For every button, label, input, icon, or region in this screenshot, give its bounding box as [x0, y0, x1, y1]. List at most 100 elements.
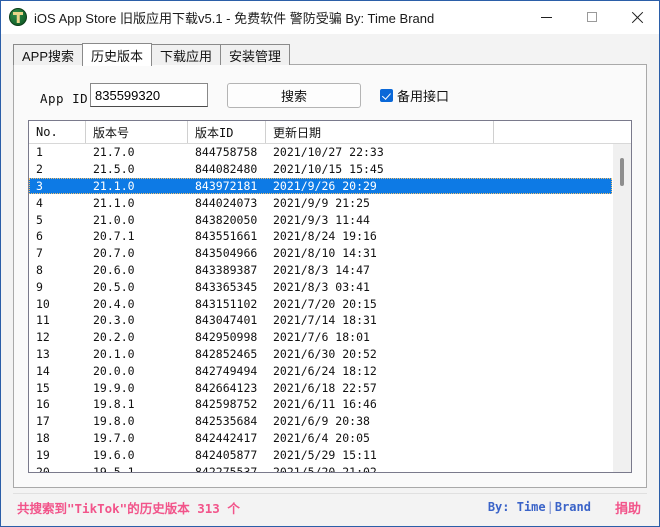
- search-button[interactable]: 搜索: [227, 83, 361, 108]
- tab-page-history-versions: App ID： 搜索 备用接口 No. 版本号 版本ID 更新日期: [13, 64, 647, 488]
- cell-date: 2021/8/3 03:41: [273, 279, 370, 294]
- brand-credit: By: Time|Brand: [488, 500, 591, 514]
- cell-version-id: 842535684: [195, 414, 258, 429]
- table-body: 1 21.7.0 844758758 2021/10/27 22:33 2 21.5.0 8…: [29, 144, 631, 472]
- table-row[interactable]: 7 20.7.0 843504966 2021/8/10 14:31: [29, 245, 612, 262]
- status-bar: 共搜索到"TikTok"的历史版本 313 个 By: Time|Brand 捐…: [13, 493, 647, 520]
- backup-api-checkbox[interactable]: 备用接口: [380, 86, 449, 105]
- cell-no: 3: [36, 178, 43, 193]
- cell-version-id: 844082480: [195, 162, 258, 177]
- table-header-row: No. 版本号 版本ID 更新日期: [29, 121, 631, 144]
- table-row[interactable]: 1 21.7.0 844758758 2021/10/27 22:33: [29, 144, 612, 161]
- cell-date: 2021/6/11 16:46: [273, 397, 377, 412]
- table-row[interactable]: 4 21.1.0 844024073 2021/9/9 21:25: [29, 194, 612, 211]
- table-rows: 1 21.7.0 844758758 2021/10/27 22:33 2 21.5.0 8…: [29, 144, 612, 472]
- table-row[interactable]: 2 21.5.0 844082480 2021/10/15 15:45: [29, 161, 612, 178]
- cell-version-id: 843151102: [195, 296, 258, 311]
- tab-strip: APP搜索 历史版本 下载应用 安装管理: [13, 43, 291, 66]
- cell-version-id: 843365345: [195, 279, 258, 294]
- cell-version-id: 842749494: [195, 363, 258, 378]
- cell-version: 19.8.1: [93, 397, 135, 412]
- table-row[interactable]: 11 20.3.0 843047401 2021/7/14 18:31: [29, 312, 612, 329]
- cell-version-id: 842664123: [195, 380, 258, 395]
- maximize-button[interactable]: [569, 1, 614, 33]
- vertical-scrollbar[interactable]: [613, 144, 631, 472]
- cell-date: 2021/9/3 11:44: [273, 212, 370, 227]
- column-header-spacer[interactable]: [494, 121, 631, 143]
- column-header-version[interactable]: 版本号: [86, 121, 188, 143]
- close-icon: [631, 11, 643, 23]
- cell-no: 2: [36, 162, 43, 177]
- table-row[interactable]: 14 20.0.0 842749494 2021/6/24 18:12: [29, 362, 612, 379]
- cell-date: 2021/7/20 20:15: [273, 296, 377, 311]
- table-row[interactable]: 15 19.9.0 842664123 2021/6/18 22:57: [29, 379, 612, 396]
- scrollbar-thumb[interactable]: [620, 158, 624, 186]
- column-header-version-id[interactable]: 版本ID: [188, 121, 266, 143]
- cell-version: 20.2.0: [93, 330, 135, 345]
- cell-date: 2021/9/26 20:29: [273, 178, 377, 193]
- cell-date: 2021/7/6 18:01: [273, 330, 370, 345]
- cell-version-id: 843504966: [195, 246, 258, 261]
- cell-date: 2021/6/24 18:12: [273, 363, 377, 378]
- app-shield-icon: [9, 8, 27, 26]
- cell-date: 2021/6/4 20:05: [273, 430, 370, 445]
- cell-version-id: 843972181: [195, 178, 258, 193]
- backup-api-label: 备用接口: [397, 89, 450, 104]
- cell-no: 5: [36, 212, 43, 227]
- donate-link[interactable]: 捐助: [615, 498, 641, 517]
- cell-date: 2021/6/18 22:57: [273, 380, 377, 395]
- cell-no: 14: [36, 363, 50, 378]
- cell-version-id: 843389387: [195, 262, 258, 277]
- window-title: iOS App Store 旧版应用下载v5.1 - 免费软件 警防受骗 By:…: [34, 10, 435, 26]
- table-row[interactable]: 19 19.6.0 842405877 2021/5/29 15:11: [29, 446, 612, 463]
- cell-version-id: 843047401: [195, 313, 258, 328]
- column-header-no[interactable]: No.: [29, 121, 86, 143]
- cell-version: 20.5.0: [93, 279, 135, 294]
- appid-input[interactable]: [90, 83, 208, 107]
- minimize-button[interactable]: [524, 1, 569, 33]
- cell-date: 2021/10/27 22:33: [273, 145, 384, 160]
- cell-date: 2021/8/10 14:31: [273, 246, 377, 261]
- table-row[interactable]: 9 20.5.0 843365345 2021/8/3 03:41: [29, 278, 612, 295]
- table-row[interactable]: 20 19.5.1 842275537 2021/5/20 21:02: [29, 463, 612, 472]
- cell-no: 20: [36, 464, 50, 472]
- versions-list: No. 版本号 版本ID 更新日期 1 21.7.0 844758758 2021/1…: [28, 120, 632, 473]
- cell-version-id: 844024073: [195, 195, 258, 210]
- title-bar[interactable]: iOS App Store 旧版应用下载v5.1 - 免费软件 警防受骗 By:…: [1, 1, 659, 34]
- search-form-row: App ID： 搜索 备用接口: [14, 83, 646, 111]
- table-row[interactable]: 16 19.8.1 842598752 2021/6/11 16:46: [29, 396, 612, 413]
- table-row[interactable]: 12 20.2.0 842950998 2021/7/6 18:01: [29, 329, 612, 346]
- cell-version: 19.6.0: [93, 447, 135, 462]
- table-row[interactable]: 6 20.7.1 843551661 2021/8/24 19:16: [29, 228, 612, 245]
- cell-no: 7: [36, 246, 43, 261]
- maximize-icon: [586, 12, 597, 22]
- app-window: iOS App Store 旧版应用下载v5.1 - 免费软件 警防受骗 By:…: [0, 0, 660, 527]
- cell-date: 2021/10/15 15:45: [273, 162, 384, 177]
- cell-no: 6: [36, 229, 43, 244]
- table-row[interactable]: 3 21.1.0 843972181 2021/9/26 20:29: [29, 177, 612, 195]
- cell-date: 2021/6/30 20:52: [273, 346, 377, 361]
- cell-version: 20.6.0: [93, 262, 135, 277]
- table-row[interactable]: 5 21.0.0 843820050 2021/9/3 11:44: [29, 211, 612, 228]
- table-row[interactable]: 17 19.8.0 842535684 2021/6/9 20:38: [29, 413, 612, 430]
- cell-no: 1: [36, 145, 43, 160]
- table-row[interactable]: 8 20.6.0 843389387 2021/8/3 14:47: [29, 262, 612, 279]
- column-header-update-date[interactable]: 更新日期: [266, 121, 494, 143]
- tab-download-apps[interactable]: 下载应用: [151, 44, 222, 65]
- tab-history-versions[interactable]: 历史版本: [82, 43, 153, 66]
- close-button[interactable]: [614, 1, 659, 33]
- brand-separator: |: [546, 500, 554, 514]
- tab-app-search[interactable]: APP搜索: [13, 44, 84, 65]
- cell-version-id: 842275537: [195, 464, 258, 472]
- tab-install-manager[interactable]: 安装管理: [220, 44, 291, 65]
- cell-version: 20.7.1: [93, 229, 135, 244]
- cell-date: 2021/6/9 20:38: [273, 414, 370, 429]
- cell-version: 19.5.1: [93, 464, 135, 472]
- cell-version: 19.7.0: [93, 430, 135, 445]
- cell-version-id: 844758758: [195, 145, 258, 160]
- table-row[interactable]: 13 20.1.0 842852465 2021/6/30 20:52: [29, 346, 612, 363]
- table-row[interactable]: 10 20.4.0 843151102 2021/7/20 20:15: [29, 295, 612, 312]
- cell-no: 4: [36, 195, 43, 210]
- table-row[interactable]: 18 19.7.0 842442417 2021/6/4 20:05: [29, 430, 612, 447]
- cell-version-id: 843551661: [195, 229, 258, 244]
